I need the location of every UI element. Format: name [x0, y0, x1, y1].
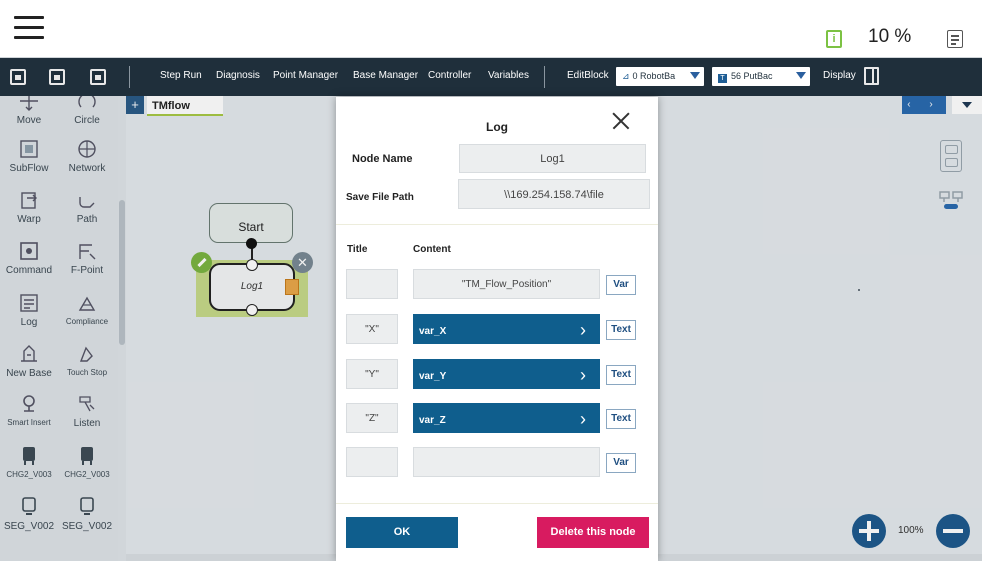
new-project-icon[interactable]	[10, 69, 26, 85]
content-type-toggle[interactable]: Var	[606, 275, 636, 295]
variables-button[interactable]: Variables	[488, 70, 529, 81]
delete-node-button[interactable]: Delete this node	[537, 517, 649, 548]
content-type-toggle[interactable]: Text	[606, 320, 636, 340]
robot-base-select[interactable]: ⊿ 0 RobotBa	[616, 67, 704, 86]
chevron-right-icon: ›	[580, 320, 586, 340]
dialog-divider	[336, 503, 658, 504]
log-content-variable[interactable]: var_Z ›	[413, 403, 600, 433]
chevron-down-icon	[690, 72, 700, 79]
log-content-field[interactable]: "TM_Flow_Position"	[413, 269, 600, 299]
display-layout-icon[interactable]	[864, 67, 879, 85]
save-file-path-field[interactable]: \\169.254.158.74\file	[458, 179, 650, 209]
display-button[interactable]: Display	[823, 70, 856, 81]
content-type-toggle[interactable]: Var	[606, 453, 636, 473]
tool-base-select[interactable]: T 56 PutBac	[712, 67, 810, 86]
diagnosis-button[interactable]: Diagnosis	[216, 70, 260, 81]
title-column-header: Title	[347, 244, 368, 255]
edit-block-button[interactable]: EditBlock	[567, 70, 609, 81]
log-title-field[interactable]: "Z"	[346, 403, 398, 433]
info-icon[interactable]: i	[826, 30, 842, 48]
chevron-right-icon: ›	[580, 365, 586, 385]
step-run-button[interactable]: Step Run	[160, 70, 202, 81]
robot-base-select-value: 0 RobotBa	[632, 71, 676, 81]
document-menu-icon[interactable]	[947, 30, 963, 48]
top-bar: i 10 %	[0, 0, 982, 58]
open-project-icon[interactable]	[49, 69, 65, 85]
log-title-field[interactable]: "X"	[346, 314, 398, 344]
log-content-field[interactable]	[413, 447, 600, 477]
content-type-toggle[interactable]: Text	[606, 365, 636, 385]
log-title-field[interactable]: "Y"	[346, 359, 398, 389]
node-name-label: Node Name	[352, 153, 413, 165]
robot-base-icon: ⊿	[622, 71, 630, 81]
hamburger-menu-icon[interactable]	[14, 14, 44, 42]
save-file-path-label: Save File Path	[346, 192, 414, 203]
chevron-right-icon: ›	[580, 409, 586, 429]
dialog-divider	[336, 224, 658, 225]
variable-name: var_Y	[419, 371, 447, 382]
toolbar-divider	[544, 66, 545, 88]
variable-name: var_Z	[419, 415, 446, 426]
dialog-title: Log	[486, 120, 508, 134]
chevron-down-icon	[796, 72, 806, 79]
content-column-header: Content	[413, 244, 451, 255]
log-title-field[interactable]	[346, 269, 398, 299]
tool-base-icon: T	[718, 74, 727, 83]
variable-name: var_X	[419, 326, 447, 337]
toolbar-divider	[129, 66, 130, 88]
tool-base-select-value: 56 PutBac	[731, 71, 773, 81]
content-type-toggle[interactable]: Text	[606, 409, 636, 429]
toolbar: Step Run Diagnosis Point Manager Base Ma…	[0, 58, 982, 96]
point-manager-button[interactable]: Point Manager	[273, 70, 338, 81]
controller-button[interactable]: Controller	[428, 70, 471, 81]
log-content-variable[interactable]: var_Y ›	[413, 359, 600, 389]
tmflow-app: i 10 % Step Run Diagnosis Point Manager …	[0, 0, 982, 561]
speed-percentage: 10 %	[868, 26, 912, 47]
base-manager-button[interactable]: Base Manager	[353, 70, 418, 81]
save-project-icon[interactable]	[90, 69, 106, 85]
log-title-field[interactable]	[346, 447, 398, 477]
ok-button[interactable]: OK	[346, 517, 458, 548]
log-content-variable[interactable]: var_X ›	[413, 314, 600, 344]
log-node-dialog: Log Node Name Log1 Save File Path \\169.…	[336, 97, 658, 561]
close-icon[interactable]	[612, 112, 630, 130]
node-name-field[interactable]: Log1	[459, 144, 646, 173]
